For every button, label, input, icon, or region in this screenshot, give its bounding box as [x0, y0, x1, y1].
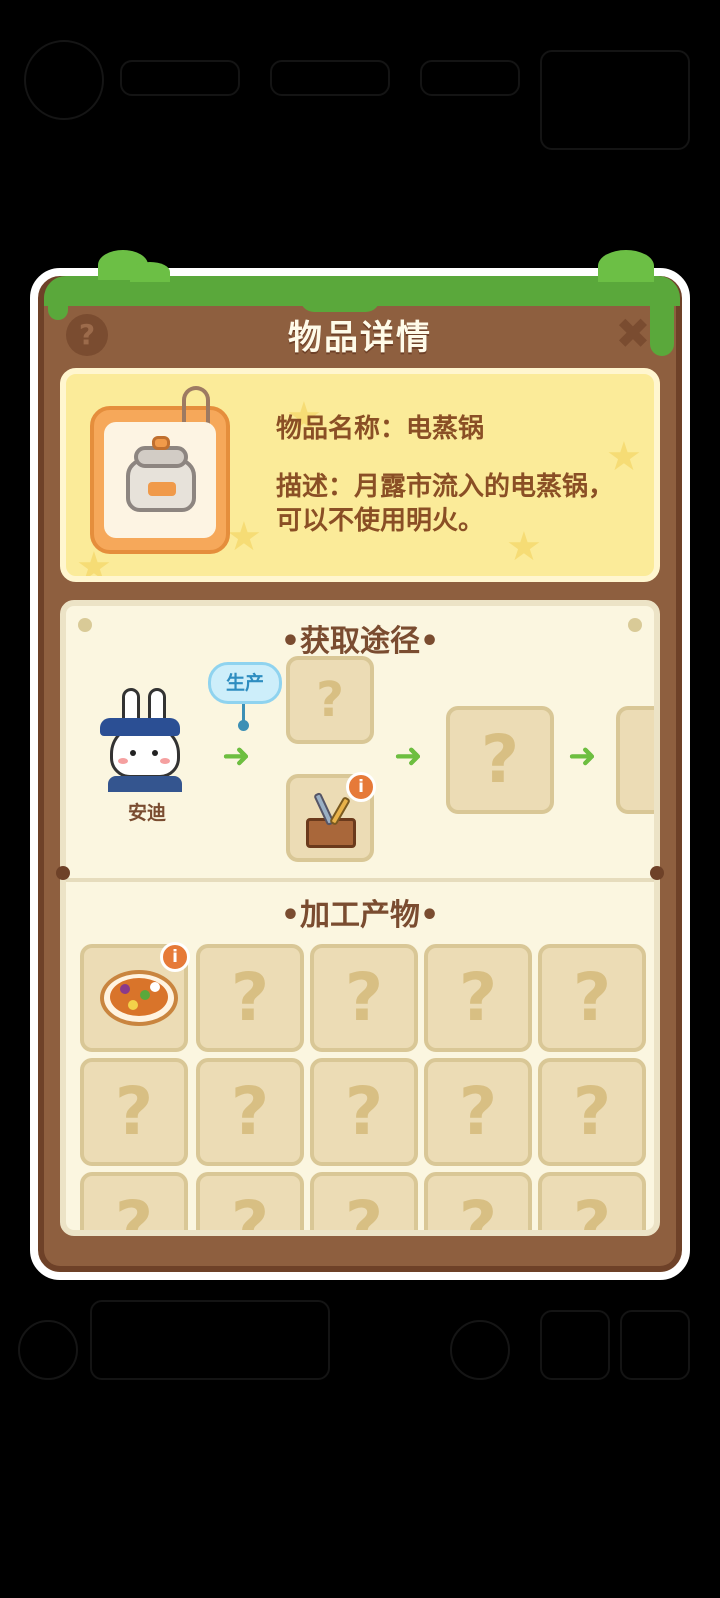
background-panel	[540, 50, 690, 150]
grass-tuft	[130, 262, 170, 282]
item-icon-frame	[104, 422, 216, 538]
product-slot-unknown[interactable]: ?	[424, 1058, 532, 1166]
product-slot-unknown[interactable]: ?	[80, 1172, 188, 1230]
close-button[interactable]: ✖	[612, 313, 654, 356]
product-slot-unknown[interactable]: ?	[196, 1058, 304, 1166]
toolbox-source-slot[interactable]: i	[286, 772, 376, 862]
arrow-right-icon: ➜	[568, 736, 597, 776]
section-divider	[66, 878, 654, 882]
produce-connector-dot	[238, 720, 249, 731]
details-panel: •获取途径• 生产 安迪 ➜ ? i ➜ ? ➜ •加工产物• i ? ? ? …	[60, 600, 660, 1236]
product-slot-unknown[interactable]: ?	[196, 1172, 304, 1230]
background-button	[620, 1310, 690, 1380]
produce-label: 生产	[208, 662, 282, 704]
item-info-card: ★ ★ ★ ★ ★ 物品名称：电蒸锅 描述：月露市流入的电蒸锅，可以不使用明火。	[60, 368, 660, 582]
character-andy-avatar[interactable]	[100, 688, 186, 792]
product-slot-unknown[interactable]: ?	[538, 1172, 646, 1230]
background-resource-bar	[120, 60, 240, 96]
product-slot-unknown[interactable]: ?	[310, 944, 418, 1052]
grass-tuft	[598, 250, 654, 282]
products-title: •加工产物•	[280, 898, 440, 933]
close-icon: ✖	[615, 309, 651, 358]
star-decoration: ★	[226, 514, 262, 560]
item-tag	[90, 386, 230, 554]
item-detail-dialog: ? 物品详情 ✖ ★ ★ ★ ★ ★ 物品名称：电蒸锅 描述：月露市流入的电蒸锅…	[30, 250, 690, 1280]
product-slot-unknown[interactable]: ?	[424, 944, 532, 1052]
unknown-step-slot[interactable]: ?	[446, 706, 554, 814]
background-button	[18, 1320, 78, 1380]
panel-edge-knob	[650, 866, 664, 880]
item-description: 描述：月露市流入的电蒸锅，可以不使用明火。	[276, 472, 615, 536]
unknown-step-slot[interactable]: ?	[616, 706, 654, 814]
character-name: 安迪	[127, 802, 166, 824]
product-slot-unknown[interactable]: ?	[310, 1172, 418, 1230]
arrow-right-icon: ➜	[394, 736, 423, 776]
info-icon[interactable]: i	[346, 772, 376, 802]
arrow-right-icon: ➜	[222, 736, 251, 776]
product-slot-unknown[interactable]: ?	[538, 944, 646, 1052]
unknown-source-slot[interactable]: ?	[286, 656, 374, 744]
info-icon[interactable]: i	[160, 942, 190, 972]
panel-edge-knob	[56, 866, 70, 880]
product-slot-unknown[interactable]: ?	[424, 1172, 532, 1230]
background-button	[450, 1320, 510, 1380]
acquisition-title: •获取途径•	[280, 624, 440, 659]
product-slot-unknown[interactable]: ?	[538, 1058, 646, 1166]
item-info-text: 物品名称：电蒸锅 描述：月露市流入的电蒸锅，可以不使用明火。	[276, 412, 636, 538]
background-resource-bar	[270, 60, 390, 96]
background-avatar-ring	[24, 40, 104, 120]
background-resource-bar	[420, 60, 520, 96]
background-button	[540, 1310, 610, 1380]
item-name: 物品名称：电蒸锅	[276, 414, 485, 444]
product-slot-unknown[interactable]: ?	[80, 1058, 188, 1166]
product-slot-unknown[interactable]: ?	[310, 1058, 418, 1166]
product-slot-unknown[interactable]: ?	[196, 944, 304, 1052]
product-slot-stew[interactable]: i	[80, 942, 190, 1052]
background-panel	[90, 1300, 330, 1380]
dialog-title: 物品详情	[288, 318, 432, 358]
